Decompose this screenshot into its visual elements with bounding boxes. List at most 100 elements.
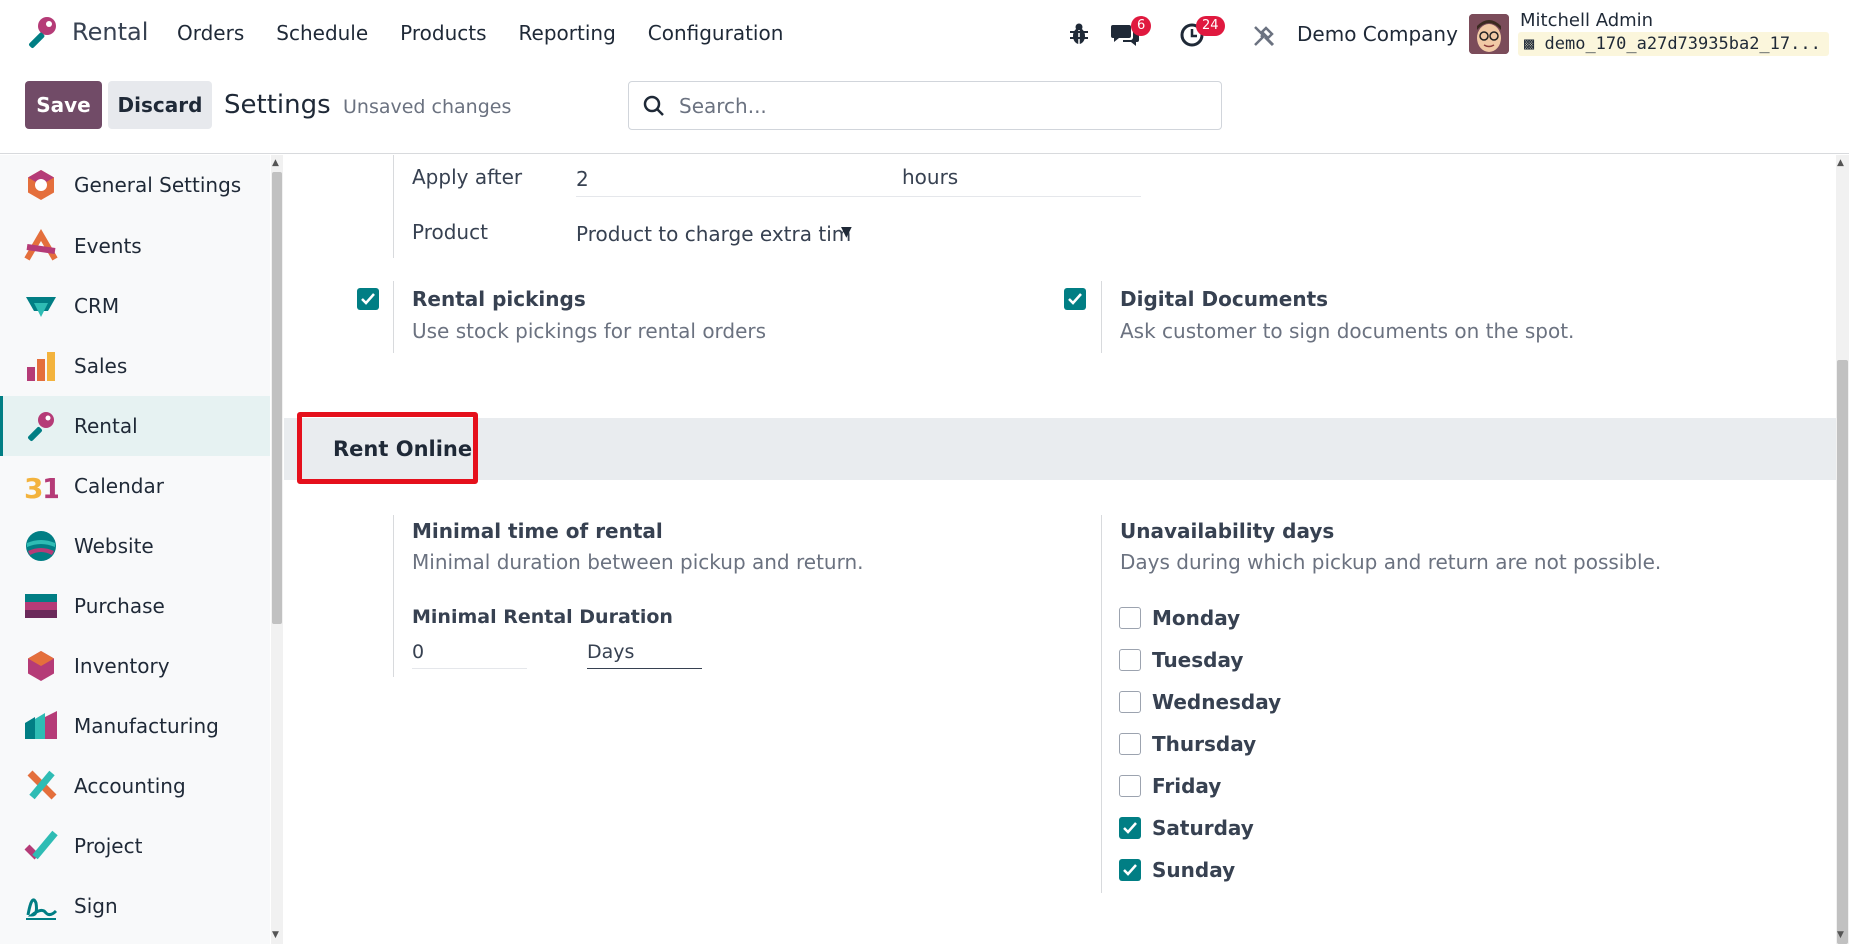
sidebar-item-inventory[interactable]: Inventory <box>0 636 270 696</box>
content-scroll-down-icon[interactable]: ▼ <box>1837 930 1844 940</box>
rental-icon <box>28 412 54 441</box>
search-input[interactable] <box>679 93 1199 118</box>
day-label-wednesday: Wednesday <box>1152 690 1282 714</box>
sidebar-item-purchase[interactable]: Purchase <box>0 576 270 636</box>
rental-pickings-checkbox[interactable] <box>357 288 379 310</box>
delay-divider <box>393 155 394 258</box>
app-brand[interactable]: Rental <box>24 14 148 50</box>
sales-icon <box>27 352 55 381</box>
sidebar-item-calendar[interactable]: 3 1 Calendar <box>0 456 270 516</box>
day-label-saturday: Saturday <box>1152 816 1254 840</box>
menu-products[interactable]: Products <box>400 21 486 45</box>
unavailability-title: Unavailability days <box>1120 519 1335 543</box>
settings-sidebar: General Settings Events CRM Sales Rental <box>0 155 270 944</box>
chevron-down-icon[interactable]: ▼ <box>841 224 852 240</box>
sidebar-item-website[interactable]: Website <box>0 516 270 576</box>
sidebar-item-project[interactable]: Project <box>0 816 270 876</box>
menu-configuration[interactable]: Configuration <box>648 21 784 45</box>
rental-pickings-description: Use stock pickings for rental orders <box>412 319 767 343</box>
settings-content: Apply after 2 hours Product Product to c… <box>284 155 1836 944</box>
wednesday-checkbox[interactable] <box>1119 691 1141 713</box>
sidebar-item-general-settings[interactable]: General Settings <box>0 155 270 215</box>
sidebar-item-label: General Settings <box>74 173 242 197</box>
digital-documents-title: Digital Documents <box>1120 287 1329 311</box>
menu-orders[interactable]: Orders <box>177 21 244 45</box>
sidebar-scrollbar-thumb[interactable] <box>272 172 282 624</box>
sidebar-item-label: Accounting <box>74 774 186 798</box>
product-select[interactable]: Product to charge extra tim <box>576 222 851 246</box>
min-duration-unit-select[interactable]: Days <box>587 641 634 663</box>
section-header <box>284 418 1836 480</box>
discard-button[interactable]: Discard <box>108 81 212 129</box>
sidebar-item-label: Manufacturing <box>74 714 219 738</box>
rental-key-icon <box>29 17 56 48</box>
bug-icon[interactable] <box>1068 22 1090 46</box>
tools-icon[interactable] <box>1252 24 1276 48</box>
digital-documents-checkbox[interactable] <box>1064 288 1086 310</box>
unit-select-underline <box>587 668 702 669</box>
app-name: Rental <box>72 18 149 46</box>
sidebar-item-manufacturing[interactable]: Manufacturing <box>0 696 270 756</box>
sidebar-item-label: Calendar <box>74 474 164 498</box>
search-box[interactable] <box>628 81 1222 130</box>
calendar-icon: 3 1 <box>24 472 58 503</box>
page-title: Settings <box>224 90 331 120</box>
database-icon: ▩ <box>1524 34 1535 54</box>
sidebar-item-crm[interactable]: CRM <box>0 276 270 336</box>
sidebar-scroll-down-icon[interactable]: ▼ <box>272 930 279 940</box>
sign-icon <box>26 898 58 920</box>
sidebar-item-label: Website <box>74 534 154 558</box>
day-label-monday: Monday <box>1152 606 1241 630</box>
apply-after-unit: hours <box>902 165 959 189</box>
min-time-title: Minimal time of rental <box>412 519 663 543</box>
content-scrollbar-thumb[interactable] <box>1837 360 1848 944</box>
monday-checkbox[interactable] <box>1119 607 1141 629</box>
day-label-tuesday: Tuesday <box>1152 648 1244 672</box>
sidebar-scroll-up-icon[interactable]: ▲ <box>272 158 279 168</box>
checkmark-icon <box>1123 864 1137 876</box>
thursday-checkbox[interactable] <box>1119 733 1141 755</box>
menu-schedule[interactable]: Schedule <box>276 21 368 45</box>
min-time-divider <box>393 515 394 677</box>
sidebar-item-sales[interactable]: Sales <box>0 336 270 396</box>
unsaved-status: Unsaved changes <box>343 96 512 118</box>
sidebar-item-rental[interactable]: Rental <box>0 396 270 456</box>
product-label: Product <box>412 220 488 244</box>
apply-after-label: Apply after <box>412 165 523 189</box>
sunday-checkbox[interactable] <box>1119 859 1141 881</box>
project-icon <box>24 830 58 860</box>
user-avatar[interactable] <box>1469 14 1509 54</box>
sidebar-item-label: Sales <box>74 354 128 378</box>
sidebar-item-accounting[interactable]: Accounting <box>0 756 270 816</box>
manufacturing-icon <box>25 711 57 739</box>
friday-checkbox[interactable] <box>1119 775 1141 797</box>
sidebar-item-events[interactable]: Events <box>0 216 270 276</box>
avatar-face-icon <box>1469 14 1509 54</box>
saturday-checkbox[interactable] <box>1119 817 1141 839</box>
inventory-icon <box>28 651 54 681</box>
day-label-thursday: Thursday <box>1152 732 1257 756</box>
min-duration-label: Minimal Rental Duration <box>412 606 673 628</box>
content-scroll-up-icon[interactable]: ▲ <box>1837 158 1844 168</box>
main-menu: Orders Schedule Products Reporting Confi… <box>177 21 815 45</box>
database-name: ▩ demo_170_a27d73935ba2_17... <box>1518 32 1829 56</box>
sidebar-item-label: Project <box>74 834 143 858</box>
crm-icon <box>26 297 56 317</box>
sidebar-item-sign[interactable]: Sign <box>0 876 270 936</box>
checkmark-icon <box>1068 293 1082 305</box>
menu-reporting[interactable]: Reporting <box>519 21 616 45</box>
day-label-sunday: Sunday <box>1152 858 1236 882</box>
website-icon <box>26 531 56 561</box>
company-switcher[interactable]: Demo Company <box>1297 22 1458 46</box>
user-name[interactable]: Mitchell Admin <box>1520 10 1653 31</box>
min-duration-input[interactable]: 0 <box>412 641 424 663</box>
svg-text:3: 3 <box>24 472 43 503</box>
checkmark-icon <box>361 293 375 305</box>
tuesday-checkbox[interactable] <box>1119 649 1141 671</box>
unavailability-divider <box>1101 515 1102 893</box>
svg-text:1: 1 <box>42 472 58 503</box>
save-button[interactable]: Save <box>25 81 102 129</box>
day-label-friday: Friday <box>1152 774 1222 798</box>
general-settings-icon <box>28 170 54 200</box>
apply-after-input[interactable]: 2 <box>576 167 589 191</box>
